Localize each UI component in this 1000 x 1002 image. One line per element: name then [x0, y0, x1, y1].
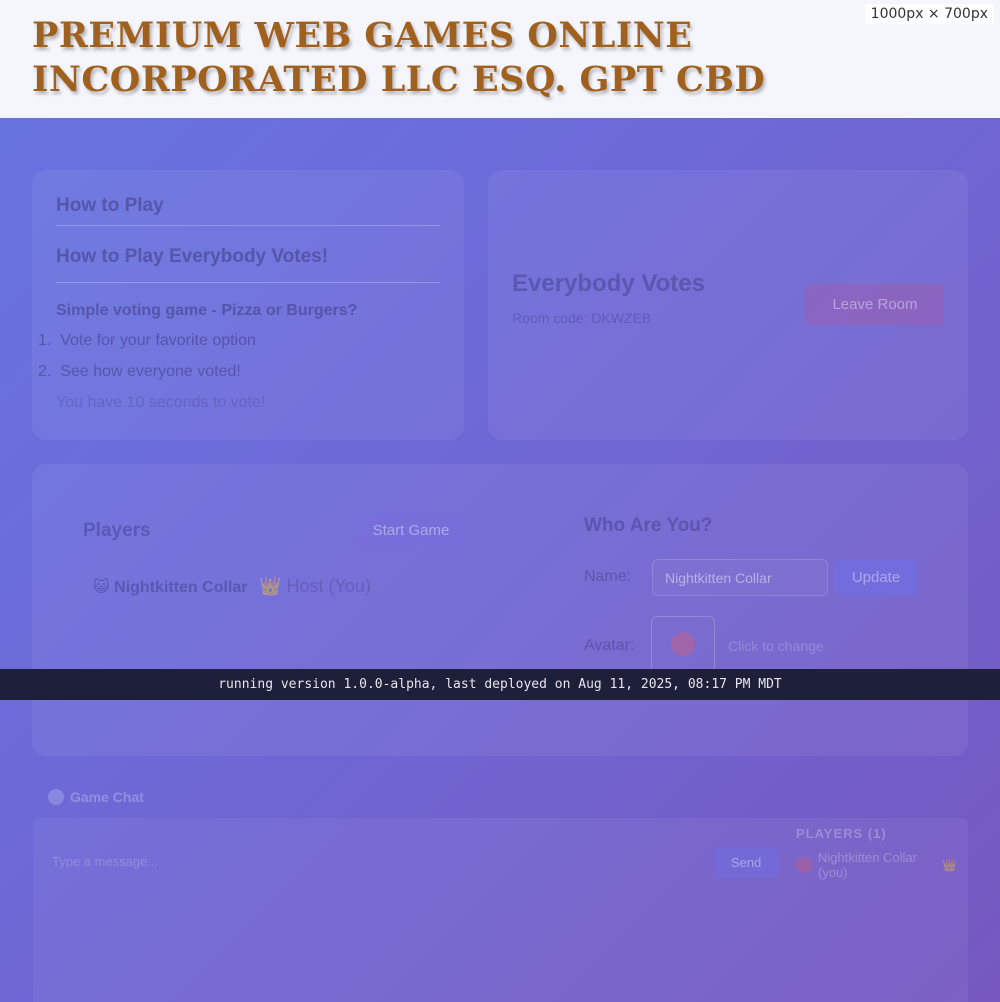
- players-heading: Players: [83, 520, 151, 541]
- leave-room-button[interactable]: Leave Room: [806, 284, 944, 325]
- version-bar: running version 1.0.0-alpha, last deploy…: [0, 669, 1000, 700]
- how-to-play-heading: How to Play: [56, 195, 164, 216]
- host-label: Host (You): [286, 576, 371, 596]
- chat-bubble-icon: [48, 789, 64, 805]
- host-badge: 👑 Host (You): [259, 576, 371, 597]
- divider: [56, 225, 440, 226]
- chat-player-avatar-icon: [796, 857, 812, 873]
- chat-panel: [33, 818, 968, 1002]
- crown-icon: 👑: [942, 858, 957, 872]
- lobby-panel: [32, 464, 968, 756]
- site-header: PREMIUM WEB GAMES ONLINE INCORPORATED LL…: [0, 0, 1000, 118]
- chat-message-input[interactable]: Type a message...: [52, 854, 158, 869]
- start-game-button[interactable]: Start Game: [358, 515, 464, 546]
- crown-icon: 👑: [259, 576, 282, 596]
- room-code: Room code: DKWZEB: [512, 310, 652, 326]
- how-to-play-subheading: How to Play Everybody Votes!: [56, 246, 329, 267]
- step-text: See how everyone voted!: [60, 363, 241, 380]
- player-avatar-icon: 😺: [93, 579, 110, 596]
- chat-title: Game Chat: [70, 789, 144, 805]
- chat-players-heading: PLAYERS (1): [796, 826, 887, 841]
- site-title: PREMIUM WEB GAMES ONLINE INCORPORATED LL…: [32, 15, 766, 100]
- how-to-play-step-2: 2. See how everyone voted!: [38, 363, 241, 380]
- viewport-size-badge: 1000px × 700px: [864, 4, 994, 24]
- how-to-play-note: You have 10 seconds to vote!: [56, 394, 266, 411]
- profile-heading: Who Are You?: [584, 515, 713, 536]
- game-name: Everybody Votes: [512, 270, 705, 297]
- avatar-label: Avatar:: [584, 637, 635, 654]
- how-to-play-intro: Simple voting game - Pizza or Burgers?: [56, 302, 358, 319]
- chat-player-name: Nightkitten Collar (you): [818, 850, 917, 880]
- player-name: Nightkitten Collar: [114, 579, 248, 596]
- chat-send-button[interactable]: Send: [713, 847, 779, 877]
- update-name-button[interactable]: Update: [834, 560, 918, 595]
- divider: [56, 282, 440, 283]
- avatar-change-hint: Click to change: [728, 638, 824, 654]
- player-list-item: 😺 Nightkitten Collar: [93, 577, 247, 597]
- name-label: Name:: [584, 568, 632, 585]
- how-to-play-step-1: 1. Vote for your favorite option: [38, 332, 256, 349]
- version-text: running version 1.0.0-alpha, last deploy…: [218, 677, 782, 692]
- avatar-icon: [671, 632, 695, 656]
- name-input[interactable]: Nightkitten Collar: [652, 559, 828, 596]
- step-text: Vote for your favorite option: [60, 332, 256, 349]
